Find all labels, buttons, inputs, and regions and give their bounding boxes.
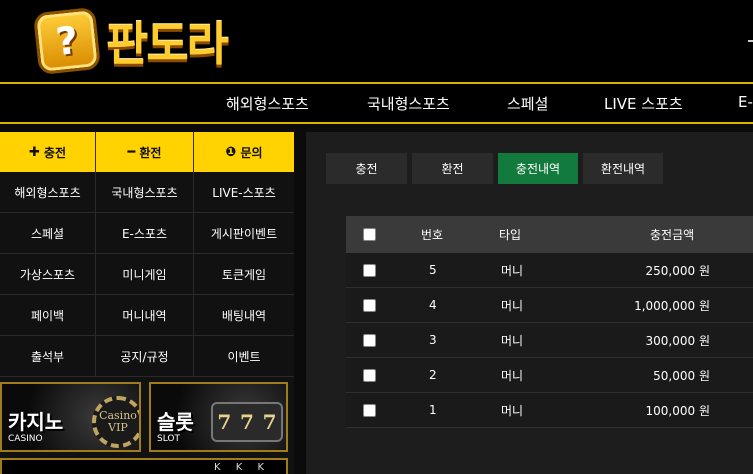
header-type: 타입: [499, 228, 522, 242]
row-amount: 300,000 원: [645, 333, 710, 348]
info-icon: ❶: [225, 144, 237, 160]
side-menu-item[interactable]: 스페셜: [0, 213, 96, 254]
table-header: 번호 타입 충전금액: [346, 216, 753, 253]
header-edge-mark: [748, 40, 753, 42]
side-menu-item[interactable]: E-스포츠: [96, 213, 194, 254]
casino-banner[interactable]: 카지노 CASINO Casino VIP: [0, 382, 141, 452]
side-menu-item[interactable]: 게시판이벤트: [194, 213, 294, 254]
row-number: 2: [429, 368, 437, 382]
row-amount: 250,000 원: [645, 263, 710, 278]
row-type: 머니: [501, 368, 524, 383]
row-number: 4: [429, 298, 437, 312]
quick-exchange-button[interactable]: ━ 환전: [96, 132, 194, 172]
side-menu-item[interactable]: 해외형스포츠: [0, 172, 96, 213]
slot-machine-icon: 777: [211, 402, 283, 442]
table-row: 4 머니 1,000,000 원: [346, 288, 753, 323]
row-type: 머니: [501, 333, 524, 348]
table-row: 5 머니 250,000 원: [346, 253, 753, 288]
main-content: 충전 환전 충전내역 환전내역 번호 타입 충전금액 5 머니 250,000 원4…: [306, 132, 753, 474]
left-sidebar: ✚ 충전 ━ 환전 ❶ 문의 해외형스포츠 국내형스포츠 LIVE-스포츠스페셜 E-스포츠…: [0, 132, 294, 474]
plus-icon: ✚: [29, 144, 40, 160]
side-menu-item[interactable]: 국내형스포츠: [96, 172, 194, 213]
side-menu-item[interactable]: 머니내역: [96, 295, 194, 336]
header-number: 번호: [421, 228, 444, 242]
nav-live-sports[interactable]: LIVE 스포츠: [604, 93, 683, 114]
side-menu-item[interactable]: 페이백: [0, 295, 96, 336]
top-navigation: 해외형스포츠 국내형스포츠 스페셜 LIVE 스포츠 E-: [0, 82, 753, 124]
side-menu-item[interactable]: 이벤트: [194, 336, 294, 377]
site-header: ? 판도라: [0, 0, 753, 82]
side-menu-item[interactable]: 미니게임: [96, 254, 194, 295]
side-menu-item[interactable]: 가상스포츠: [0, 254, 96, 295]
logo-question-icon: ?: [32, 6, 102, 76]
logo-wordmark: 판도라: [106, 17, 229, 71]
header-amount: 충전금액: [650, 228, 695, 242]
row-number: 1: [429, 403, 437, 417]
tab-charge[interactable]: 충전: [326, 153, 407, 184]
slot-banner-subtitle: SLOT: [157, 434, 180, 444]
side-menu-item[interactable]: 출석부: [0, 336, 96, 377]
nav-special[interactable]: 스페셜: [507, 93, 548, 114]
casino-banner-title: 카지노: [8, 410, 64, 434]
side-menu-item[interactable]: LIVE-스포츠: [194, 172, 294, 213]
tab-exchange[interactable]: 환전: [412, 153, 493, 184]
tab-exchange-history[interactable]: 환전내역: [583, 153, 663, 184]
charge-history-table: 번호 타입 충전금액 5 머니 250,000 원 4 머니 1,000,000 원 3 머니…: [346, 216, 753, 428]
table-row: 1 머니 100,000 원: [346, 393, 753, 428]
row-checkbox[interactable]: [363, 264, 376, 277]
row-type: 머니: [501, 403, 524, 418]
slot-banner-title: 슬롯: [157, 410, 194, 434]
playing-cards-icon: K K K: [214, 462, 271, 473]
table-row: 3 머니 300,000 원: [346, 323, 753, 358]
row-number: 5: [429, 263, 437, 277]
row-checkbox[interactable]: [363, 334, 376, 347]
nav-overseas-sports[interactable]: 해외형스포츠: [226, 93, 309, 114]
side-menu-item[interactable]: 공지/규정: [96, 336, 194, 377]
tab-charge-history[interactable]: 충전내역: [498, 153, 578, 184]
slot-banner[interactable]: 777 슬롯 SLOT: [149, 382, 288, 452]
row-checkbox[interactable]: [363, 404, 376, 417]
row-amount: 50,000 원: [653, 368, 710, 383]
nav-esports[interactable]: E-: [738, 93, 753, 111]
row-checkbox[interactable]: [363, 299, 376, 312]
nav-domestic-sports[interactable]: 국내형스포츠: [367, 93, 450, 114]
row-amount: 1,000,000 원: [634, 298, 710, 313]
site-logo[interactable]: ? 판도라: [32, 6, 229, 76]
side-menu-item[interactable]: 토큰게임: [194, 254, 294, 295]
row-amount: 100,000 원: [645, 403, 710, 418]
select-all-checkbox[interactable]: [363, 228, 376, 241]
row-type: 머니: [501, 298, 524, 313]
side-menu-item[interactable]: 배팅내역: [194, 295, 294, 336]
quick-inquiry-button[interactable]: ❶ 문의: [194, 132, 294, 172]
minus-icon: ━: [127, 144, 136, 160]
casino-banner-subtitle: CASINO: [8, 434, 43, 444]
row-type: 머니: [501, 263, 524, 278]
table-row: 2 머니 50,000 원: [346, 358, 753, 393]
quick-charge-button[interactable]: ✚ 충전: [0, 132, 96, 172]
row-number: 3: [429, 333, 437, 347]
casino-chip-icon: Casino VIP: [92, 396, 139, 448]
row-checkbox[interactable]: [363, 369, 376, 382]
